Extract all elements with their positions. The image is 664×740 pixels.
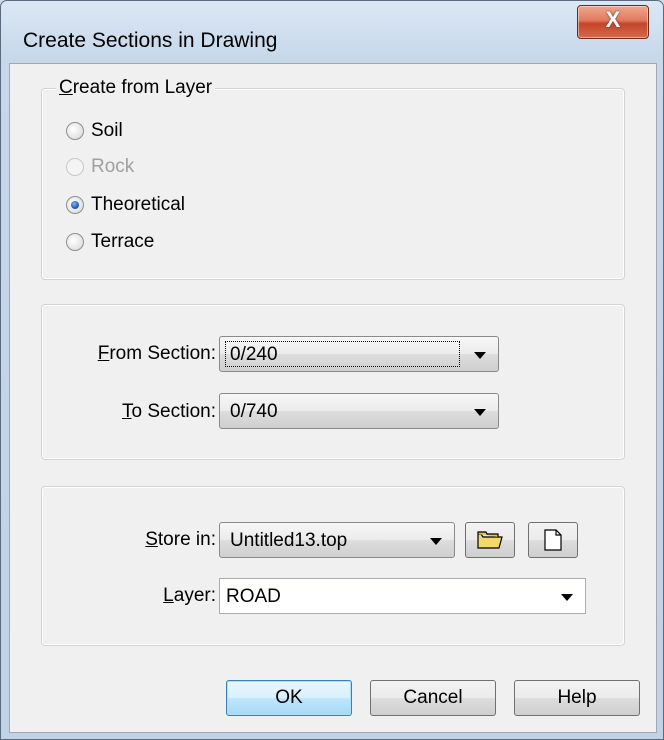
section-range-group: From Section: 0/240 To Section: 0/740 xyxy=(41,304,625,460)
help-button[interactable]: Help xyxy=(514,680,640,716)
create-from-layer-group: Create from Layer Soil Rock Theoretical … xyxy=(41,77,625,280)
store-in-label: Store in: xyxy=(145,529,216,550)
radio-label: Theoretical xyxy=(91,194,185,215)
chevron-down-icon[interactable] xyxy=(474,352,486,359)
layer-label: Layer: xyxy=(163,585,216,606)
radio-rock: Rock xyxy=(66,152,134,182)
ok-button[interactable]: OK xyxy=(226,680,352,716)
browse-folder-button[interactable] xyxy=(465,522,515,558)
dialog-client-area: Create from Layer Soil Rock Theoretical … xyxy=(9,63,657,733)
from-section-dropdown[interactable]: 0/240 xyxy=(219,336,499,372)
new-document-icon xyxy=(544,529,562,551)
group-title-create-from-layer: Create from Layer xyxy=(56,77,216,99)
radio-theoretical[interactable]: Theoretical xyxy=(66,190,185,220)
storage-group: Store in: Untitled13.top Layer: ROAD xyxy=(41,486,625,646)
radio-label: Soil xyxy=(91,120,123,141)
chevron-down-icon[interactable] xyxy=(430,538,442,545)
radio-button[interactable] xyxy=(66,233,84,251)
radio-soil[interactable]: Soil xyxy=(66,116,123,146)
radio-button[interactable] xyxy=(66,122,84,140)
to-section-dropdown[interactable]: 0/740 xyxy=(219,393,499,429)
chevron-down-icon[interactable] xyxy=(561,594,573,601)
dialog-window: Create Sections in Drawing X Create from… xyxy=(0,0,664,740)
radio-label: Terrace xyxy=(91,231,155,252)
from-section-label: From Section: xyxy=(97,343,216,364)
close-button[interactable]: X xyxy=(577,5,649,39)
chevron-down-icon[interactable] xyxy=(474,409,486,416)
window-title: Create Sections in Drawing xyxy=(23,29,278,52)
close-icon: X xyxy=(605,7,621,32)
to-section-label: To Section: xyxy=(122,401,216,422)
cancel-button[interactable]: Cancel xyxy=(370,680,496,716)
to-section-value: 0/740 xyxy=(230,401,278,422)
store-in-dropdown[interactable]: Untitled13.top xyxy=(219,522,455,558)
layer-value: ROAD xyxy=(226,586,281,607)
radio-terrace[interactable]: Terrace xyxy=(66,227,154,257)
radio-label: Rock xyxy=(91,156,135,177)
layer-dropdown[interactable]: ROAD xyxy=(219,578,586,614)
radio-button[interactable] xyxy=(66,196,84,214)
radio-button xyxy=(66,158,84,176)
folder-icon xyxy=(477,531,503,549)
from-section-value: 0/240 xyxy=(230,344,278,365)
store-in-value: Untitled13.top xyxy=(230,530,348,551)
new-file-button[interactable] xyxy=(528,522,578,558)
